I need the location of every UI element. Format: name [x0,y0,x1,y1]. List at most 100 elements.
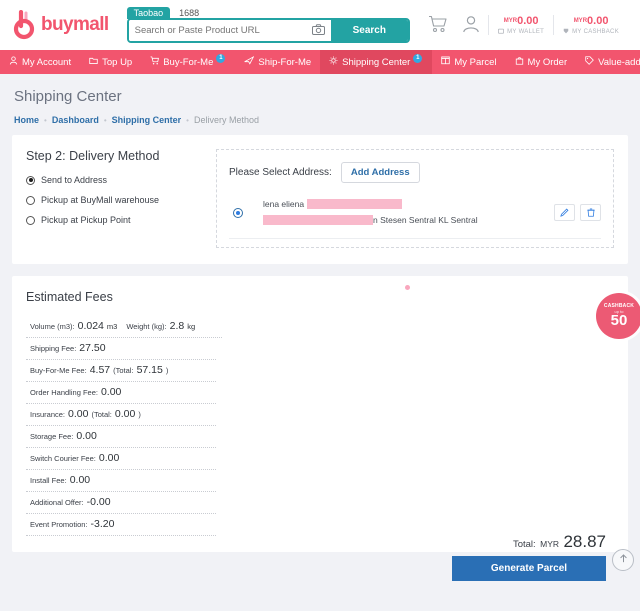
fee-value: -3.20 [90,518,115,531]
fee-row-shipping: Shipping Fee: 27.50 [26,338,216,361]
option-pickup-point[interactable]: Pickup at Pickup Point [26,215,216,225]
search-tab-1688[interactable]: 1688 [172,7,206,19]
account-button[interactable] [454,15,488,36]
breadcrumb-dashboard[interactable]: Dashboard [52,115,99,125]
fee-row-volume-weight: Volume (m3): 0.024 m3 Weight (kg): 2.8 kg [26,316,222,339]
delivery-options-column: Step 2: Delivery Method Send to Address … [26,149,216,248]
cart-button[interactable] [420,15,454,36]
breadcrumb-home[interactable]: Home [14,115,39,125]
cashback-amount: 0.00 [587,15,609,27]
wallet-currency: MYR [503,18,518,24]
search-box: Search [126,18,410,43]
scroll-to-top-button[interactable] [612,549,634,571]
fee-value: 0.00 [69,474,91,487]
redacted-phone-block [306,199,402,209]
search-tab-taobao[interactable]: Taobao [126,7,171,19]
trash-delete-icon [586,205,595,220]
cashback-label-line: MY CASHBACK [563,28,619,35]
fee-total-prefix: (Total: [113,366,134,376]
breadcrumb-separator: • [186,115,189,125]
order-total-footer: Total: MYR 28.87 Generate Parcel [452,532,606,581]
wallet-amount: 0.00 [517,15,539,27]
nav-item-value-added[interactable]: Value-added [576,50,640,74]
nav-label: Shipping Center [342,56,411,68]
edit-address-button[interactable] [554,204,575,222]
add-address-button[interactable]: Add Address [340,162,420,183]
nav-item-top-up[interactable]: Top Up [80,50,141,74]
nav-label: Value-added [598,56,640,68]
breadcrumb-shipping-center[interactable]: Shipping Center [112,115,182,125]
address-panel-header: Please Select Address: Add Address [229,162,601,183]
cashback-amount-line: MYR0.00 [563,15,619,27]
gear-icon [329,56,338,68]
wallet-label-line: MY WALLET [498,28,544,35]
cashback-label: MY CASHBACK [572,29,619,35]
nav-item-my-parcel[interactable]: My Parcel [432,50,505,74]
camera-search-button[interactable] [306,20,331,41]
wallet-label: MY WALLET [507,29,545,35]
option-send-to-address[interactable]: Send to Address [26,175,216,185]
folder-icon [89,56,98,68]
total-label: Total: [512,539,536,550]
fee-value: 0.00 [98,452,120,465]
main-navigation: My Account Top Up Buy-For-Me 1 Ship-For-… [0,50,640,74]
arrow-up-icon [618,551,629,569]
total-amount: 28.87 [563,532,606,551]
radio-indicator[interactable] [26,215,35,225]
fee-row-insurance: Insurance: 0.00 (Total: 0.00) [26,404,216,427]
header-right-cluster: MYR0.00 MY WALLET MYR0.00 MY CASHBACK [420,15,628,36]
nav-badge-buy-for-me: 1 [216,53,226,63]
search-input[interactable] [128,20,307,41]
nav-label: My Parcel [454,56,497,68]
cart-icon [150,56,160,68]
search-area: Taobao 1688 Search [126,7,410,43]
redacted-street-block [263,214,373,225]
shopping-cart-icon [428,15,447,36]
fee-label: Install Fee: [30,476,67,486]
fee-row-install: Install Fee: 0.00 [26,470,216,493]
my-wallet-button[interactable]: MYR0.00 MY WALLET [488,15,553,35]
fee-row-switch-courier: Switch Courier Fee: 0.00 [26,448,216,471]
fee-label: Additional Offer: [30,498,84,508]
nav-item-shipping-center[interactable]: Shipping Center 1 [320,50,433,74]
radio-indicator[interactable] [26,175,35,185]
fee-label: Storage Fee: [30,432,74,442]
generate-parcel-button[interactable]: Generate Parcel [452,556,606,581]
nav-item-my-order[interactable]: My Order [506,50,577,74]
fee-value: 0.00 [68,408,89,421]
fee-label: Shipping Fee: [30,344,77,354]
breadcrumb-separator: • [103,115,107,125]
fee-row-storage: Storage Fee: 0.00 [26,426,216,449]
cashback-promo-badge[interactable]: CASHBACK up to 50 [596,293,640,339]
nav-label: Ship-For-Me [258,56,312,68]
brand-name: buymall [41,14,109,35]
nav-label: My Order [527,56,568,68]
step2-body: Step 2: Delivery Method Send to Address … [12,135,628,264]
fee-total-suffix: ) [138,410,141,420]
fee-total-prefix: (Total: [91,410,112,420]
breadcrumb: Home • Dashboard • Shipping Center • Del… [0,115,640,135]
radio-indicator[interactable] [26,195,35,205]
address-line-1: lena eliena [263,197,544,213]
search-submit-button[interactable]: Search [330,20,408,41]
brand-logo[interactable]: buymall [12,9,109,40]
address-radio-selected[interactable] [233,207,243,218]
fee-total-value: 57.15 [136,364,163,377]
weight-label: Weight (kg): [126,322,167,332]
nav-item-buy-for-me[interactable]: Buy-For-Me 1 [141,50,235,74]
tag-icon [585,56,594,68]
weight-value: 2.8 [169,320,185,333]
fees-body: Estimated Fees Volume (m3): 0.024 m3 Weig… [12,276,628,552]
address-list-item[interactable]: lena eliena n Stesen Sentral KL Sentral [229,183,601,240]
delete-address-button[interactable] [580,204,601,222]
option-pickup-warehouse[interactable]: Pickup at BuyMall warehouse [26,195,216,205]
nav-item-my-account[interactable]: My Account [0,50,80,74]
bag-icon [515,56,524,68]
camera-icon [312,23,326,38]
fee-value: -0.00 [86,496,111,509]
my-cashback-button[interactable]: MYR0.00 MY CASHBACK [553,15,628,35]
nav-item-ship-for-me[interactable]: Ship-For-Me [235,50,320,74]
fee-row-event-promotion: Event Promotion: -3.20 [26,514,216,537]
fee-label: Insurance: [30,410,66,420]
nav-label: Buy-For-Me [163,56,214,68]
